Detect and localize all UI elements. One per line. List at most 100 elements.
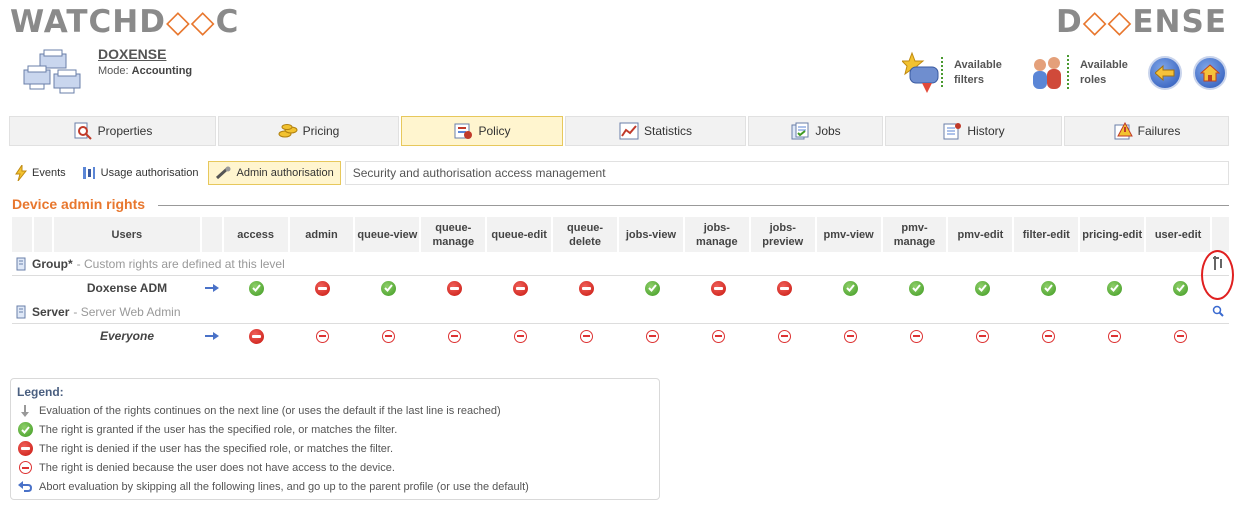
section-divider <box>158 205 1229 206</box>
available-roles-link[interactable]: Available roles <box>1028 48 1128 98</box>
available-filters-link[interactable]: Available filters <box>902 48 1002 98</box>
denied-icon[interactable] <box>314 280 330 296</box>
column-header-jobs-preview: jobs- preview <box>750 217 815 252</box>
subtab-events[interactable]: Events <box>9 161 72 185</box>
table-row: Everyone <box>12 324 1229 348</box>
column-header-queue-manage: queue- manage <box>421 217 486 252</box>
tab-jobs[interactable]: Jobs <box>748 116 883 146</box>
tab-policy[interactable]: Policy <box>401 116 563 146</box>
user-name[interactable]: Everyone <box>100 329 154 343</box>
denied-icon[interactable] <box>710 280 726 296</box>
no-access-icon[interactable] <box>18 461 32 474</box>
header-spacer <box>1212 217 1229 252</box>
tab-policy-label: Policy <box>478 124 511 138</box>
granted-icon[interactable] <box>380 280 396 296</box>
no-access-icon[interactable] <box>579 329 593 343</box>
home-icon <box>1200 64 1220 82</box>
tab-statistics[interactable]: Statistics <box>565 116 746 146</box>
no-access-icon[interactable] <box>1173 329 1187 343</box>
subtab-admin-authorisation[interactable]: Admin authorisation <box>208 161 341 185</box>
right-cell <box>950 276 1014 300</box>
device-mode: Mode: Accounting <box>98 65 193 77</box>
arrow-right-icon <box>205 332 219 340</box>
legend-item: The right is granted if the user has the… <box>17 420 653 439</box>
legend-item: Evaluation of the rights continues on th… <box>17 401 653 420</box>
tab-history[interactable]: History <box>885 116 1062 146</box>
lightning-icon <box>15 165 27 181</box>
denied-icon[interactable] <box>446 280 462 296</box>
no-access-icon[interactable] <box>1107 329 1121 343</box>
no-access-icon[interactable] <box>843 329 857 343</box>
row-spacer <box>34 324 52 348</box>
granted-icon[interactable] <box>1172 280 1188 296</box>
no-access-icon[interactable] <box>513 329 527 343</box>
granted-icon[interactable] <box>1106 280 1122 296</box>
no-access-icon[interactable] <box>777 329 791 343</box>
tab-history-label: History <box>967 124 1005 138</box>
column-header-pricing-edit: pricing-edit <box>1080 217 1145 252</box>
denied-icon[interactable] <box>512 280 528 296</box>
group-description: - Server Web Admin <box>73 304 181 319</box>
jobs-icon <box>791 122 809 140</box>
legend-abort-icon <box>17 480 33 493</box>
device-name-link[interactable]: DOXENSE <box>98 46 166 62</box>
table-header-row: Users access admin queue-view queue- manage q… <box>12 217 1229 252</box>
right-cell <box>818 324 882 348</box>
tab-pricing[interactable]: Pricing <box>218 116 399 146</box>
search-icon[interactable] <box>1212 305 1224 320</box>
tab-failures[interactable]: Failures <box>1064 116 1229 146</box>
no-access-icon[interactable] <box>381 329 395 343</box>
right-cell <box>224 276 288 300</box>
right-cell <box>818 276 882 300</box>
right-cell <box>620 276 684 300</box>
denied-icon[interactable] <box>578 280 594 296</box>
column-header-admin: admin <box>289 217 354 252</box>
subtab-events-label: Events <box>32 167 66 179</box>
right-cell <box>1082 276 1146 300</box>
granted-icon[interactable] <box>842 280 858 296</box>
granted-icon[interactable] <box>908 280 924 296</box>
usage-icon <box>82 167 95 179</box>
legend-ok-icon <box>17 422 33 437</box>
denied-icon[interactable] <box>248 328 264 344</box>
granted-icon[interactable] <box>644 280 660 296</box>
home-button[interactable] <box>1193 56 1227 90</box>
denied-icon[interactable] <box>17 441 33 456</box>
subtab-description: Security and authorisation access manage… <box>344 161 1229 185</box>
tab-jobs-label: Jobs <box>815 124 841 138</box>
column-header-pmv-edit: pmv-edit <box>948 217 1013 252</box>
no-access-icon[interactable] <box>1041 329 1055 343</box>
group-row: Server - Server Web Admin <box>12 300 1229 324</box>
back-button[interactable] <box>1148 56 1182 90</box>
user-name[interactable]: Doxense ADM <box>87 281 167 295</box>
row-spacer <box>12 324 32 348</box>
tab-properties[interactable]: Properties <box>9 116 216 146</box>
right-cell <box>290 276 354 300</box>
no-access-icon[interactable] <box>645 329 659 343</box>
legend-text: Abort evaluation by skipping all the fol… <box>39 480 529 493</box>
no-access-icon[interactable] <box>975 329 989 343</box>
granted-icon[interactable] <box>17 422 33 437</box>
no-access-icon[interactable] <box>711 329 725 343</box>
no-access-icon[interactable] <box>447 329 461 343</box>
right-cell <box>1148 324 1212 348</box>
users-header: Users <box>53 217 200 252</box>
granted-icon[interactable] <box>974 280 990 296</box>
right-cell <box>554 276 618 300</box>
granted-icon[interactable] <box>248 280 264 296</box>
coins-icon <box>278 124 298 138</box>
right-cell <box>620 324 684 348</box>
column-header-queue-delete: queue- delete <box>553 217 617 252</box>
granted-icon[interactable] <box>1040 280 1056 296</box>
no-access-icon[interactable] <box>315 329 329 343</box>
right-cell <box>752 324 816 348</box>
denied-icon[interactable] <box>776 280 792 296</box>
subtab-usage-authorisation[interactable]: Usage authorisation <box>76 161 205 185</box>
watchdoc-logo: WATCHD◇◇C <box>10 4 240 40</box>
legend-text: The right is denied because the user doe… <box>39 461 395 474</box>
right-cell <box>290 324 354 348</box>
column-header-filter-edit: filter-edit <box>1014 217 1079 252</box>
right-cell <box>488 276 552 300</box>
no-access-icon[interactable] <box>909 329 923 343</box>
right-cell <box>488 324 552 348</box>
